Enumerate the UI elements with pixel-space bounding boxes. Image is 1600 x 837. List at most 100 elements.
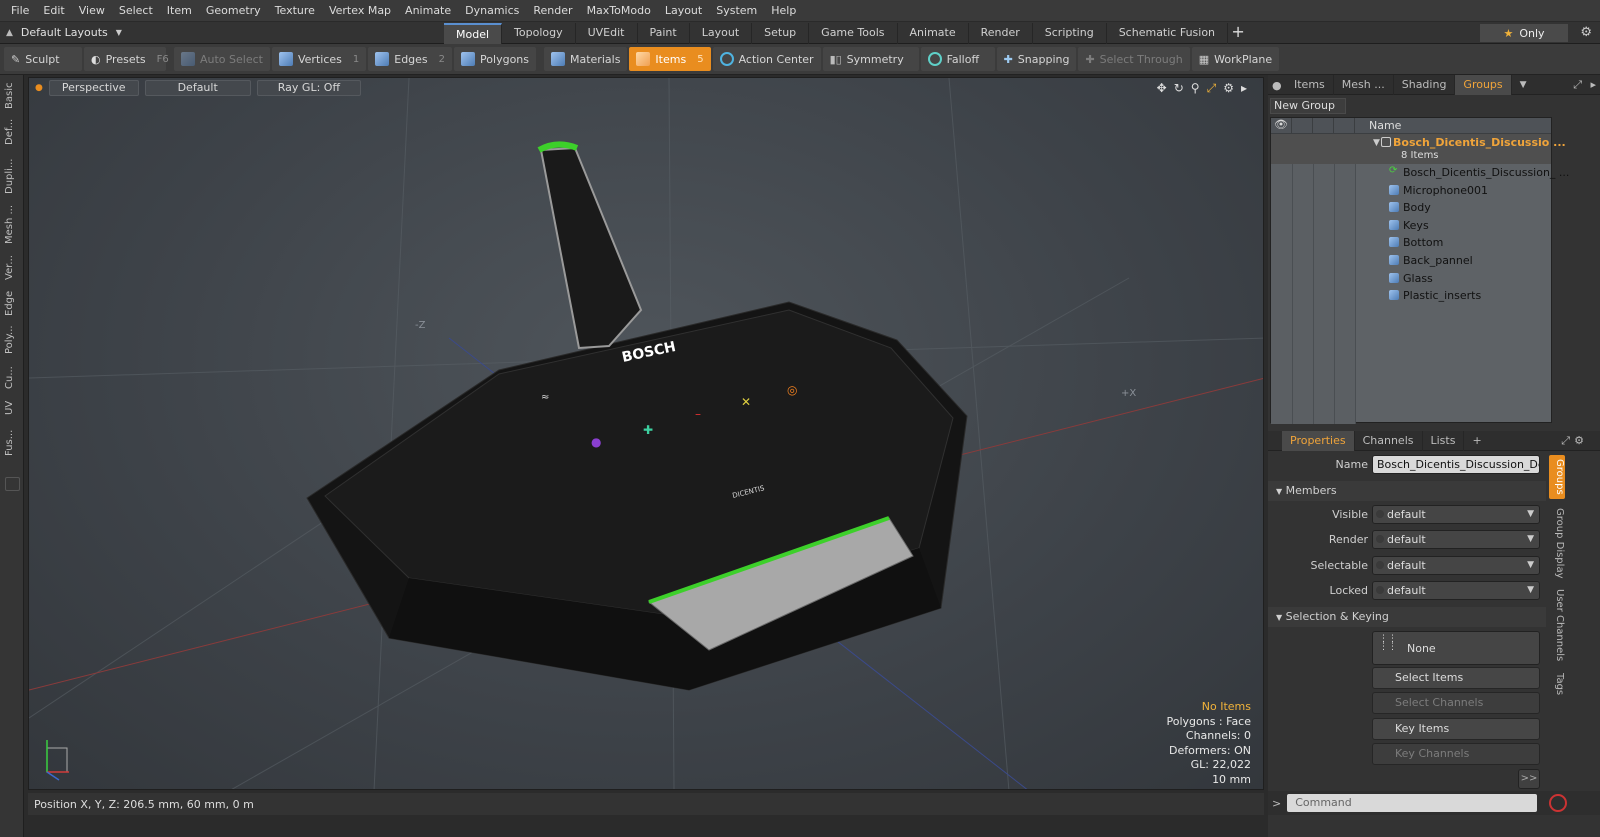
visible-select[interactable]: default ▼ — [1372, 504, 1540, 524]
symmetry-button[interactable]: ▮▯ Symmetry — [822, 47, 919, 71]
left-tab-curve[interactable]: Cu... — [4, 363, 20, 393]
new-group-button[interactable]: New Group — [1270, 98, 1346, 114]
tab-game-tools[interactable]: Game Tools — [809, 23, 898, 44]
tab-scripting[interactable]: Scripting — [1033, 23, 1107, 44]
3d-viewport[interactable]: ● Perspective Default Ray GL: Off ✥ ↻ ⚲ … — [28, 77, 1264, 790]
tab-topology[interactable]: Topology — [502, 23, 576, 44]
key-channels-button[interactable]: Key Channels — [1372, 742, 1540, 765]
tab-items[interactable]: Items — [1286, 74, 1334, 95]
tab-schematic-fusion[interactable]: Schematic Fusion — [1107, 23, 1229, 44]
edges-button[interactable]: Edges 2 — [368, 47, 453, 71]
lock-column-icon[interactable] — [1334, 117, 1355, 134]
list-item[interactable]: Keys — [1271, 217, 1551, 235]
tab-setup[interactable]: Setup — [752, 23, 810, 44]
menu-geometry[interactable]: Geometry — [199, 0, 268, 22]
menu-file[interactable]: File — [4, 0, 36, 22]
left-tab-polygon[interactable]: Poly... — [4, 321, 20, 359]
select-items-button[interactable]: Select Items — [1372, 666, 1540, 689]
key-items-button[interactable]: Key Items — [1372, 717, 1540, 740]
sculpt-button[interactable]: ✎ Sculpt — [4, 47, 82, 71]
panel-more-icon[interactable]: ▸ — [1590, 78, 1596, 91]
tab-lists[interactable]: Lists — [1423, 430, 1465, 451]
expand-panel-icon[interactable]: ⤢ — [1573, 78, 1582, 92]
properties-gear-icon[interactable]: ⚙ — [1574, 434, 1584, 447]
list-item[interactable]: Microphone001 — [1271, 182, 1551, 200]
locked-select[interactable]: default ▼ — [1372, 581, 1540, 600]
menu-maxtomodo[interactable]: MaxToModo — [580, 0, 658, 22]
left-tab-edge[interactable]: Edge — [4, 289, 20, 317]
menu-layout[interactable]: Layout — [658, 0, 709, 22]
add-tab-icon[interactable]: + — [1472, 434, 1481, 447]
presets-button[interactable]: ◐ Presets F6 — [84, 47, 169, 71]
tab-properties[interactable]: Properties — [1282, 430, 1355, 451]
vertices-button[interactable]: Vertices 1 — [271, 47, 367, 71]
side-tab-group-display[interactable]: Group Display — [1549, 505, 1565, 581]
workplane-button[interactable]: ▦ WorkPlane — [1191, 47, 1280, 71]
group-expand-icon[interactable]: ▼ — [1373, 138, 1380, 148]
items-button[interactable]: Items 5 — [629, 47, 711, 71]
list-item[interactable]: ⟳ Bosch_Dicentis_Discussion_ ... — [1271, 164, 1569, 182]
polygons-button[interactable]: Polygons — [454, 47, 536, 71]
tab-shading[interactable]: Shading — [1394, 74, 1456, 95]
left-tab-basic[interactable]: Basic — [4, 81, 20, 111]
record-icon[interactable] — [1549, 794, 1568, 812]
tab-model[interactable]: Model — [444, 23, 503, 44]
left-tab-fusion[interactable]: Fus... — [4, 423, 20, 463]
left-tab-collapse-button[interactable] — [5, 477, 20, 491]
list-item[interactable]: Glass — [1271, 270, 1551, 288]
layouts-expand-icon[interactable]: ▲ — [6, 28, 13, 38]
menu-select[interactable]: Select — [112, 0, 160, 22]
menu-texture[interactable]: Texture — [268, 0, 322, 22]
tab-mesh[interactable]: Mesh ... — [1334, 74, 1394, 95]
left-tab-duplicate[interactable]: Dupli... — [4, 155, 20, 197]
select-channels-button[interactable]: Select Channels — [1372, 691, 1540, 714]
menu-vertex-map[interactable]: Vertex Map — [322, 0, 398, 22]
group-name-field[interactable]: Bosch_Dicentis_Discussion_Devic — [1372, 455, 1540, 474]
menu-animate[interactable]: Animate — [398, 0, 458, 22]
gear-icon[interactable]: ⚙ — [1580, 25, 1592, 40]
select-through-button[interactable]: ✚ Select Through — [1078, 47, 1190, 71]
action-center-button[interactable]: Action Center — [712, 47, 821, 71]
left-tab-uv[interactable]: UV — [4, 397, 20, 419]
side-tab-groups[interactable]: Groups — [1549, 455, 1565, 499]
list-item[interactable]: Back_pannel — [1271, 252, 1551, 270]
selectable-select[interactable]: default ▼ — [1372, 555, 1540, 575]
left-tab-deform[interactable]: Def... — [4, 115, 20, 149]
selection-mode-none[interactable]: ⋮⋮ ⋮⋮ None — [1372, 630, 1540, 665]
menu-dynamics[interactable]: Dynamics — [458, 0, 526, 22]
tab-channels[interactable]: Channels — [1355, 430, 1423, 451]
tab-groups[interactable]: Groups — [1455, 74, 1512, 95]
side-tab-user-channels[interactable]: User Channels — [1549, 587, 1565, 663]
visibility-column-icon[interactable]: 👁 — [1271, 117, 1292, 134]
members-section[interactable]: ▼ Members — [1268, 480, 1546, 501]
list-item[interactable]: Plastic_inserts — [1271, 287, 1551, 305]
tab-render[interactable]: Render — [969, 23, 1033, 44]
group-row[interactable]: ▼ Bosch_Dicentis_Discussio ... 8 Items — [1271, 134, 1566, 164]
tab-animate[interactable]: Animate — [898, 23, 969, 44]
auto-select-button[interactable]: Auto Select — [174, 47, 270, 71]
menu-edit[interactable]: Edit — [36, 0, 71, 22]
menu-item[interactable]: Item — [160, 0, 199, 22]
expand-properties-icon[interactable]: ⤢ — [1561, 434, 1570, 448]
render-column-icon[interactable] — [1292, 117, 1313, 134]
materials-button[interactable]: Materials — [544, 47, 628, 71]
menu-render[interactable]: Render — [526, 0, 579, 22]
side-tab-tags[interactable]: Tags — [1549, 669, 1565, 699]
menu-help[interactable]: Help — [764, 0, 803, 22]
command-input[interactable]: Command — [1287, 794, 1538, 812]
tab-uvedit[interactable]: UVEdit — [576, 23, 638, 44]
list-item[interactable]: Bottom — [1271, 234, 1551, 252]
add-tab-button[interactable]: + — [1228, 22, 1248, 44]
menu-view[interactable]: View — [72, 0, 112, 22]
list-item[interactable]: Body — [1271, 199, 1551, 217]
render-select[interactable]: default ▼ — [1372, 530, 1540, 549]
only-toggle[interactable]: ★ Only — [1480, 24, 1568, 42]
left-tab-vertex[interactable]: Ver... — [4, 251, 20, 285]
selection-keying-section[interactable]: ▼ Selection & Keying — [1268, 606, 1546, 627]
select-column-icon[interactable] — [1313, 117, 1334, 134]
snapping-button[interactable]: ✚ Snapping — [996, 47, 1077, 71]
tabs-dropdown-icon[interactable]: ▼ — [1520, 80, 1527, 90]
layouts-dropdown[interactable]: ▲ Default Layouts ▼ — [0, 26, 125, 39]
menu-system[interactable]: System — [709, 0, 764, 22]
falloff-button[interactable]: Falloff — [920, 47, 995, 71]
